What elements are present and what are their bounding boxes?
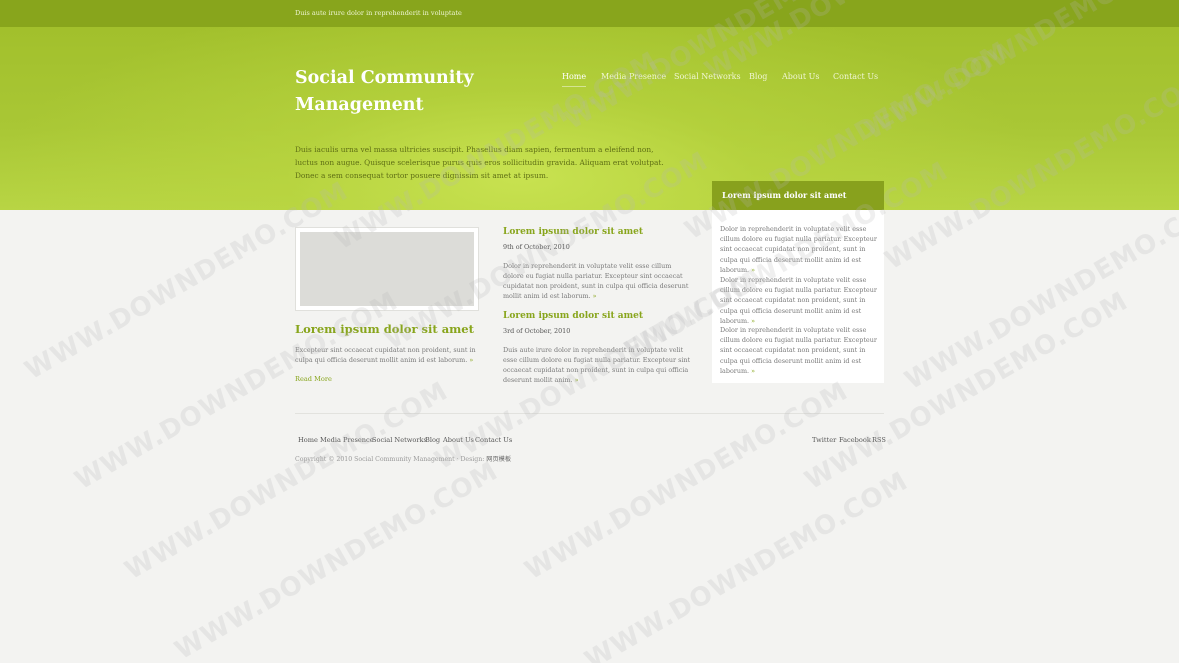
sidebar-paragraph: Dolor in reprehenderit in voluptate veli… bbox=[720, 325, 878, 376]
more-arrow-icon[interactable]: » bbox=[751, 317, 755, 325]
read-more-link[interactable]: Read More bbox=[295, 375, 332, 383]
post-date: 3rd of October, 2010 bbox=[503, 327, 571, 335]
footer-divider bbox=[295, 413, 884, 414]
footer-link-contact-us[interactable]: Contact Us bbox=[475, 436, 512, 444]
site-title[interactable]: Social Community Management bbox=[295, 65, 525, 119]
more-arrow-icon[interactable]: » bbox=[593, 292, 597, 300]
feature-text: Excepteur sint occaecat cupidatat non pr… bbox=[295, 345, 485, 365]
nav-item-about-us[interactable]: About Us bbox=[782, 72, 819, 81]
post-title[interactable]: Lorem ipsum dolor sit amet bbox=[503, 311, 643, 321]
more-arrow-icon[interactable]: » bbox=[751, 266, 755, 274]
sidebar-paragraph-text: Dolor in reprehenderit in voluptate veli… bbox=[720, 225, 877, 274]
feature-image[interactable] bbox=[295, 227, 479, 311]
more-arrow-icon[interactable]: » bbox=[469, 356, 473, 364]
footer-link-twitter[interactable]: Twitter bbox=[812, 436, 836, 444]
footer-link-social-networks[interactable]: Social Networks bbox=[372, 436, 427, 444]
footer-link-about-us[interactable]: About Us bbox=[443, 436, 474, 444]
watermark-text: WWW.DOWNDEMO.COM bbox=[120, 376, 454, 586]
nav-item-contact-us[interactable]: Contact Us bbox=[833, 72, 878, 81]
footer-link-blog[interactable]: Blog bbox=[425, 436, 440, 444]
feature-text-body: Excepteur sint occaecat cupidatat non pr… bbox=[295, 346, 476, 364]
footer-link-rss[interactable]: RSS bbox=[872, 436, 886, 444]
nav-item-media-presence[interactable]: Media Presence bbox=[601, 72, 666, 81]
top-bar: Duis aute irure dolor in reprehenderit i… bbox=[0, 0, 1179, 27]
nav-item-blog[interactable]: Blog bbox=[749, 72, 767, 81]
watermark-text: WWW.DOWNDEMO.COM bbox=[580, 466, 914, 663]
more-arrow-icon[interactable]: » bbox=[575, 376, 579, 384]
sidebar-paragraph-text: Dolor in reprehenderit in voluptate veli… bbox=[720, 276, 877, 325]
intro-text: Duis iaculis urna vel massa ultricies su… bbox=[295, 145, 664, 180]
copyright: Copyright © 2010 Social Community Manage… bbox=[295, 454, 511, 463]
more-arrow-icon[interactable]: » bbox=[751, 367, 755, 375]
copyright-text: Copyright © 2010 Social Community Manage… bbox=[295, 456, 485, 463]
post-text-body: Duis aute irure dolor in reprehenderit i… bbox=[503, 346, 691, 384]
sidebar-paragraph-text: Dolor in reprehenderit in voluptate veli… bbox=[720, 326, 877, 375]
top-bar-text: Duis aute irure dolor in reprehenderit i… bbox=[295, 9, 462, 17]
sidebar-box: Lorem ipsum dolor sit amet Dolor in repr… bbox=[712, 181, 884, 383]
feature-title[interactable]: Lorem ipsum dolor sit amet bbox=[295, 322, 474, 336]
nav-item-home[interactable]: Home bbox=[562, 72, 587, 87]
watermark-text: WWW.DOWNDEMO.COM bbox=[900, 186, 1179, 396]
footer-link-home[interactable]: Home bbox=[298, 436, 318, 444]
watermark-text: WWW.DOWNDEMO.COM bbox=[170, 456, 504, 663]
image-placeholder bbox=[300, 232, 474, 306]
sidebar-paragraph: Dolor in reprehenderit in voluptate veli… bbox=[720, 275, 878, 326]
nav-item-social-networks[interactable]: Social Networks bbox=[674, 72, 741, 81]
designer-link[interactable]: 网页模板 bbox=[486, 456, 511, 463]
hero-header bbox=[0, 27, 1179, 210]
post-date: 9th of October, 2010 bbox=[503, 243, 570, 251]
sidebar-title: Lorem ipsum dolor sit amet bbox=[712, 181, 884, 210]
sidebar-paragraph: Dolor in reprehenderit in voluptate veli… bbox=[720, 224, 878, 275]
footer-link-media-presence[interactable]: Media Presence bbox=[320, 436, 374, 444]
watermark-text: WWW.DOWNDEMO.COM bbox=[520, 376, 854, 586]
post-text: Duis aute irure dolor in reprehenderit i… bbox=[503, 345, 693, 385]
post-text: Dolor in reprehenderit in voluptate veli… bbox=[503, 261, 693, 301]
post-title[interactable]: Lorem ipsum dolor sit amet bbox=[503, 227, 643, 237]
footer-link-facebook[interactable]: Facebook bbox=[839, 436, 871, 444]
watermark-text: WWW.DOWNDEMO.COM bbox=[70, 286, 404, 496]
